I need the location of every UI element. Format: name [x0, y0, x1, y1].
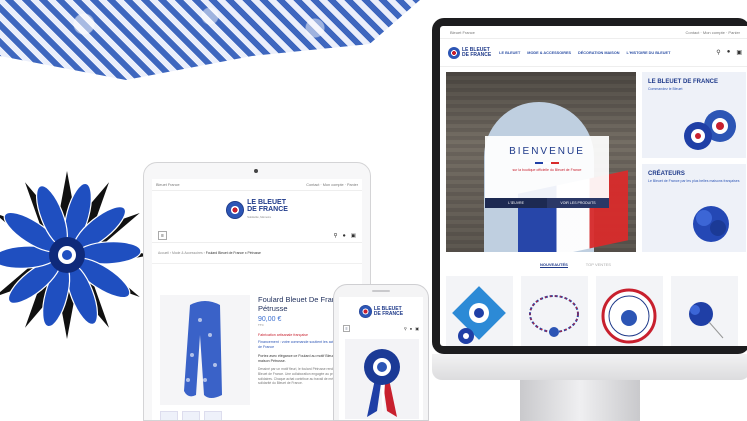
tablet-topbar: Bleuet France Contact · Mon compte · Pan…: [152, 179, 362, 191]
thumbnail-2[interactable]: [182, 411, 200, 420]
logo-seal-icon: [358, 305, 372, 318]
product-row: [446, 276, 738, 346]
phone-screen: LE BLEUET DE FRANCE ≡ ⚲ ● ▣: [339, 297, 423, 420]
product-card-badge[interactable]: [596, 276, 663, 346]
tab-nouveautes[interactable]: NOUVEAUTÉS: [540, 262, 568, 268]
pin-product-icon: [689, 302, 724, 339]
monitor-chin: [432, 354, 747, 380]
logo-seal-icon: [226, 201, 245, 219]
scarf-image: [184, 301, 222, 398]
tablet-topbar-links[interactable]: Contact · Mon compte · Panier: [306, 183, 358, 187]
cart-icon[interactable]: ▣: [736, 49, 742, 56]
site-logo[interactable]: LE BLEUET DE FRANCE: [448, 46, 492, 59]
card-createurs-title: CRÉATEURS: [648, 171, 685, 177]
card-bleuet[interactable]: LE BLEUET DE FRANCE Commandez le Bleuet: [642, 72, 746, 158]
tablet-screen: Bleuet France Contact · Mon compte · Pan…: [152, 179, 362, 420]
logo-line1: LE BLEUET: [247, 199, 286, 206]
cockade-product-icon: [452, 286, 506, 344]
hero-title: BIENVENUE: [509, 146, 585, 157]
product-card-cockade[interactable]: [446, 276, 513, 346]
logo-tagline: Solidarité, Mémoire: [247, 215, 272, 219]
breadcrumb-current: Foulard Bleuet de France x Pétrusse: [205, 251, 261, 255]
header-icons: ⚲ ● ▣: [716, 49, 742, 56]
search-icon[interactable]: ⚲: [333, 233, 337, 239]
logo-line2: DE FRANCE: [462, 51, 492, 58]
menu-icon[interactable]: ≡: [343, 324, 350, 332]
cockade-decoration: [0, 171, 151, 339]
phone-menu-bar: ≡ ⚲ ● ▣: [339, 323, 423, 333]
tab-top-ventes[interactable]: TOP VENTES: [586, 262, 611, 268]
product-tabs: NOUVEAUTÉS TOP VENTES: [540, 262, 611, 268]
user-icon[interactable]: ●: [727, 49, 731, 56]
card-bleuet-title: LE BLEUET DE FRANCE: [648, 79, 719, 85]
phone-product-image[interactable]: [345, 339, 419, 419]
user-icon[interactable]: ●: [410, 326, 412, 331]
nav-item-histoire[interactable]: L'HISTOIRE DU BLEUET: [627, 51, 671, 55]
tablet-menu-bar: ≡ ⚲ ● ▣: [152, 229, 362, 243]
desktop-header: LE BLEUET DE FRANCE LE BLEUET MODE & ACC…: [440, 39, 747, 67]
hero-subtitle: sur la boutique officielle du Bleuet de …: [512, 168, 582, 172]
thumbnail-1[interactable]: [160, 411, 178, 420]
desktop-screen: Bleuet France Contact · Mon compte · Pan…: [440, 26, 747, 346]
topbar-left-text: Bleuet France: [450, 29, 475, 35]
product-main-image[interactable]: [160, 295, 250, 405]
card-bleuet-text: Commandez le Bleuet: [648, 87, 683, 91]
card-createurs[interactable]: CRÉATEURS Le Bleuet de France par les pl…: [642, 164, 746, 252]
logo-seal-icon: [448, 46, 460, 59]
desktop-topbar: Bleuet France Contact · Mon compte · Pan…: [440, 26, 747, 39]
bracelet-product-icon: [529, 295, 579, 337]
phone-speaker: [372, 290, 390, 292]
breadcrumb-category[interactable]: Mode & Accessoires: [172, 251, 203, 255]
breadcrumb-home[interactable]: Accueil: [158, 251, 169, 255]
scarf-decoration: [0, 0, 420, 80]
welcome-box: BIENVENUE sur la boutique officielle du …: [485, 136, 609, 208]
hero-banner: BIENVENUE sur la boutique officielle du …: [446, 72, 636, 252]
nav-item-decoration[interactable]: DÉCORATION MAISON: [578, 51, 619, 55]
logo-line2: DE FRANCE: [247, 206, 288, 213]
product-card-bracelet[interactable]: [521, 276, 588, 346]
nav-item-mode[interactable]: MODE & ACCESSOIRES: [527, 51, 571, 55]
card-createurs-text: Le Bleuet de France par les plus belles …: [648, 179, 740, 183]
hero-products-button[interactable]: VOIR LES PRODUITS: [547, 198, 609, 208]
hero-oeuvre-button[interactable]: L'ŒUVRE: [485, 198, 547, 208]
cockade-image: [684, 110, 736, 150]
search-icon[interactable]: ⚲: [404, 326, 407, 331]
tablet-topbar-left: Bleuet France: [156, 182, 180, 187]
user-icon[interactable]: ●: [342, 233, 345, 239]
breadcrumb: Accueil › Mode & Accessoires › Foulard B…: [152, 243, 362, 264]
topbar-links[interactable]: Contact · Mon compte · Panier: [686, 30, 740, 35]
main-nav: LE BLEUET MODE & ACCESSOIRES DÉCORATION …: [499, 51, 670, 55]
logo-line2: DE FRANCE: [373, 310, 404, 317]
nav-item-bleuet[interactable]: LE BLEUET: [499, 51, 520, 55]
menu-icon[interactable]: ≡: [158, 231, 167, 240]
tricolor-divider: [535, 162, 559, 164]
monitor-stand: [520, 380, 640, 421]
product-thumbnails: [160, 411, 222, 420]
cockade-ribbon-image: [364, 349, 400, 417]
tablet-site-logo[interactable]: LE BLEUET DE FRANCE Solidarité, Mémoire: [152, 199, 362, 221]
badge-product-icon: [601, 288, 657, 344]
desktop-monitor: Bleuet France Contact · Mon compte · Pan…: [432, 18, 747, 354]
phone-site-logo[interactable]: LE BLEUET DE FRANCE: [339, 305, 423, 318]
product-card-pin[interactable]: [671, 276, 738, 346]
search-icon[interactable]: ⚲: [716, 49, 720, 56]
thumbnail-3[interactable]: [204, 411, 222, 420]
blue-flower-image: [693, 206, 729, 242]
tablet-camera: [254, 169, 258, 173]
phone-device: LE BLEUET DE FRANCE ≡ ⚲ ● ▣: [333, 284, 429, 421]
cart-icon[interactable]: ▣: [351, 233, 356, 239]
cart-icon[interactable]: ▣: [415, 326, 419, 331]
